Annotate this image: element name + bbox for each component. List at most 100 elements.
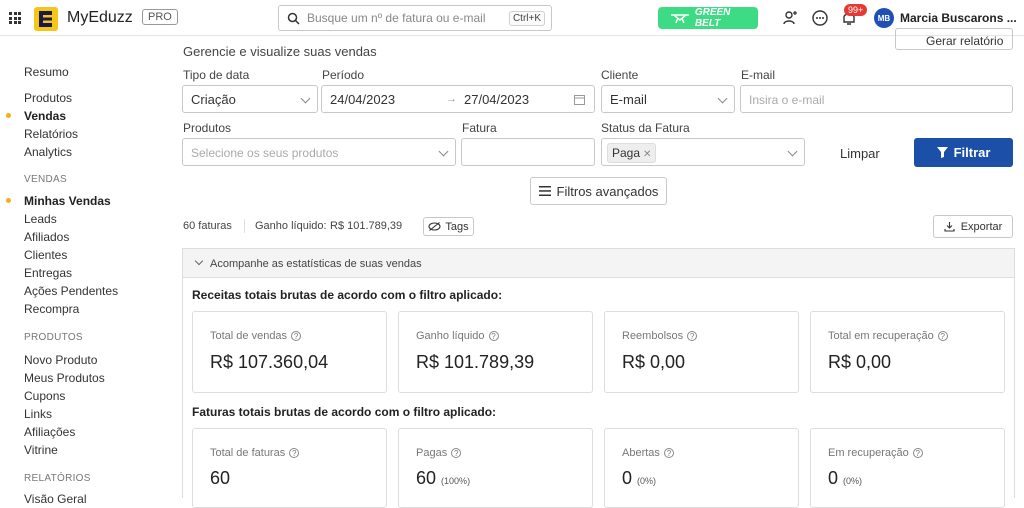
products-select[interactable]: Selecione os seus produtos (182, 138, 456, 166)
menu-icon (538, 186, 551, 196)
sidebar-item-clientes[interactable]: Clientes (24, 248, 67, 262)
invoice-status-label: Status da Fatura (601, 121, 690, 135)
stat-card-value: 60 (100%) (416, 468, 471, 488)
sidebar: Resumo Produtos Vendas Relatórios Analyt… (0, 36, 168, 506)
notification-badge: 99+ (844, 4, 868, 16)
sidebar-item-afiliacoes[interactable]: Afiliações (24, 425, 75, 439)
stat-card-ganho-liquido: Ganho líquido? R$ 101.789,39 (398, 311, 593, 393)
eduzz-logo-icon[interactable] (33, 6, 59, 32)
export-label: Exportar (960, 220, 1003, 233)
help-icon[interactable]: ? (488, 331, 499, 341)
stat-card-label: Em recuperação? (828, 447, 923, 459)
sidebar-item-resumo[interactable]: Resumo (24, 65, 69, 79)
client-select[interactable]: E-mail (601, 85, 735, 113)
sidebar-item-leads[interactable]: Leads (24, 212, 57, 226)
sidebar-item-meus-produtos[interactable]: Meus Produtos (24, 371, 105, 385)
sidebar-item-acoes-pendentes[interactable]: Ações Pendentes (24, 284, 118, 298)
search-input[interactable] (307, 10, 507, 26)
client-label: Cliente (601, 68, 639, 82)
search-icon (287, 12, 300, 25)
apps-grid-icon[interactable] (9, 12, 21, 24)
tags-button[interactable]: Tags (423, 217, 474, 236)
client-value: E-mail (610, 92, 647, 107)
products-placeholder: Selecione os seus produtos (191, 146, 339, 160)
sidebar-item-novo-produto[interactable]: Novo Produto (24, 353, 97, 367)
invoices-section-title: Faturas totais brutas de acordo com o fi… (192, 405, 497, 419)
chevron-down-icon (717, 93, 728, 104)
sidebar-item-links[interactable]: Links (24, 407, 52, 421)
advanced-filters-button[interactable]: Filtros avançados (530, 177, 667, 205)
help-icon[interactable]: ? (687, 331, 698, 341)
help-icon[interactable]: ? (912, 448, 923, 458)
help-icon[interactable]: ? (291, 331, 302, 341)
chat-icon[interactable] (811, 9, 829, 27)
stats-panel-header[interactable]: Acompanhe as estatísticas de suas vendas (183, 249, 1014, 278)
help-icon[interactable]: ? (451, 448, 462, 458)
chevron-down-icon (194, 256, 204, 266)
stat-card-reembolsos: Reembolsos? R$ 0,00 (604, 311, 799, 393)
sidebar-item-analytics[interactable]: Analytics (24, 145, 72, 159)
advanced-filters-label: Filtros avançados (556, 183, 659, 199)
chevron-down-icon (300, 93, 311, 104)
export-button[interactable]: Exportar (933, 215, 1013, 238)
page-subtitle: Gerencie e visualize suas vendas (183, 44, 377, 59)
stat-card-value: 0 (0%) (622, 468, 657, 488)
belt-label: GREEN BELT (694, 7, 731, 29)
stat-card-em-recuperacao: Em recuperação? 0 (0%) (810, 428, 1005, 508)
status-chip[interactable]: Paga ✕ (607, 143, 657, 163)
date-type-label: Tipo de data (183, 68, 250, 82)
invoice-label: Fatura (462, 121, 497, 135)
arrow-right-icon: → (446, 93, 457, 105)
funnel-icon (936, 147, 948, 158)
sidebar-item-entregas[interactable]: Entregas (24, 266, 72, 280)
active-indicator (6, 198, 11, 203)
belt-icon (670, 14, 689, 24)
sidebar-item-vendas[interactable]: Vendas (24, 109, 66, 123)
help-icon[interactable]: ? (289, 448, 300, 458)
stat-card-label: Total em recuperação? (828, 330, 948, 342)
sidebar-item-cupons[interactable]: Cupons (24, 389, 65, 403)
active-indicator (6, 113, 11, 118)
close-icon[interactable]: ✕ (643, 149, 651, 160)
sidebar-section-vendas: VENDAS (24, 174, 67, 185)
stat-card-label: Ganho líquido? (416, 330, 499, 342)
global-search[interactable]: Ctrl+K (278, 5, 552, 31)
period-label: Período (322, 68, 365, 82)
user-name[interactable]: Marcia Buscarons ... (900, 11, 1017, 25)
stat-card-total-recuperacao: Total em recuperação? R$ 0,00 (810, 311, 1005, 393)
sidebar-item-recompra[interactable]: Recompra (24, 302, 79, 316)
sidebar-item-minhas-vendas[interactable]: Minhas Vendas (24, 194, 111, 208)
sidebar-item-relatorios[interactable]: Relatórios (24, 127, 78, 141)
help-icon[interactable]: ? (937, 331, 948, 341)
stat-card-label: Reembolsos? (622, 330, 698, 342)
eye-off-icon (428, 222, 441, 231)
main-content: Gerencie e visualize suas vendas Gerar r… (168, 28, 1024, 508)
generate-report-button[interactable]: Gerar relatório (895, 28, 1013, 50)
stat-card-label: Abertas? (622, 447, 674, 459)
avatar[interactable]: MB (874, 8, 894, 28)
date-type-select[interactable]: Criação (182, 85, 318, 113)
stats-panel-title: Acompanhe as estatísticas de suas vendas (210, 258, 422, 270)
clear-button[interactable]: Limpar (840, 146, 880, 161)
sidebar-item-produtos[interactable]: Produtos (24, 91, 72, 105)
stat-card-label: Total de faturas? (210, 447, 300, 459)
email-field[interactable]: Insira o e-mail (740, 85, 1013, 113)
people-icon[interactable] (782, 9, 800, 27)
period-date-range[interactable]: 24/04/2023 → 27/04/2023 (321, 85, 595, 113)
stat-card-value: 60 (210, 468, 231, 488)
green-belt-badge[interactable]: GREEN BELT (658, 7, 758, 29)
tags-label: Tags (445, 220, 469, 233)
sidebar-item-afiliados[interactable]: Afiliados (24, 230, 69, 244)
invoice-status-select[interactable]: Paga ✕ (601, 138, 805, 166)
invoice-field[interactable] (461, 138, 595, 166)
generate-report-label: Gerar relatório (926, 34, 1004, 48)
filter-button[interactable]: Filtrar (914, 138, 1013, 167)
help-icon[interactable]: ? (663, 448, 674, 458)
sidebar-item-visao-geral[interactable]: Visão Geral (24, 492, 86, 506)
stat-card-value: R$ 101.789,39 (416, 352, 535, 372)
stat-card-label: Total de vendas? (210, 330, 302, 342)
stat-card-total-faturas: Total de faturas? 60 (192, 428, 387, 508)
stat-card-label: Pagas? (416, 447, 462, 459)
app-name: MyEduzz (67, 9, 133, 26)
sidebar-item-vitrine[interactable]: Vitrine (24, 443, 58, 457)
